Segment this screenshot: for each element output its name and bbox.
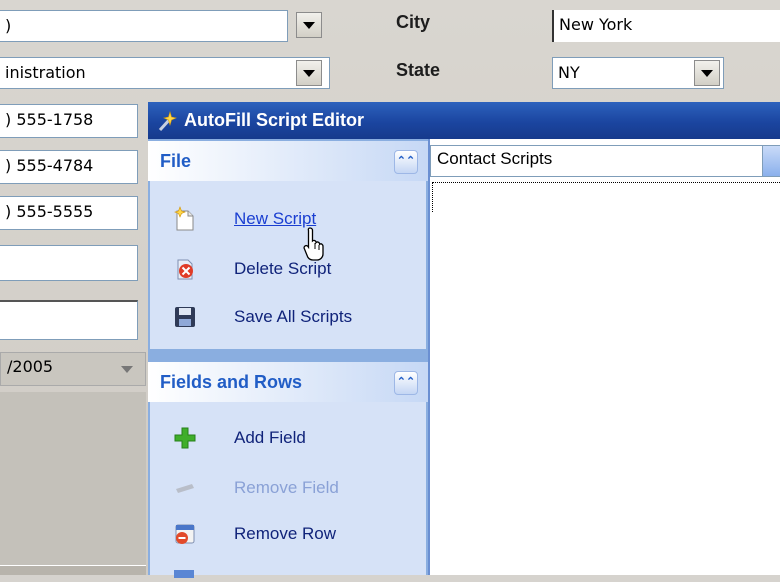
phone-field-3[interactable]: ) 555-5555 bbox=[0, 196, 138, 230]
top-field-value: ) bbox=[5, 16, 12, 35]
remove-field-icon bbox=[172, 475, 198, 501]
fields-group-header[interactable]: Fields and Rows ⌃⌃ bbox=[148, 362, 428, 402]
wand-icon bbox=[156, 110, 178, 132]
empty-field-2[interactable] bbox=[0, 300, 138, 340]
empty-field-1[interactable] bbox=[0, 245, 138, 281]
collapse-chevron-icon[interactable]: ⌃⌃ bbox=[394, 371, 418, 395]
collapse-chevron-icon[interactable]: ⌃⌃ bbox=[394, 150, 418, 174]
remove-row-label: Remove Row bbox=[234, 524, 337, 543]
focus-outline bbox=[432, 182, 780, 183]
add-field-item[interactable]: Add Field bbox=[150, 420, 306, 456]
state-label: State bbox=[396, 60, 441, 80]
add-field-label: Add Field bbox=[234, 428, 306, 447]
phone-value-2: ) 555-4784 bbox=[5, 156, 94, 175]
city-field[interactable]: New York bbox=[552, 10, 780, 42]
city-label: City bbox=[396, 12, 431, 32]
state-value: NY bbox=[558, 63, 580, 82]
file-group-title: File bbox=[160, 150, 192, 171]
file-group-body: New Script Delete Script Save All Script… bbox=[150, 181, 426, 349]
phone-value-1: ) 555-1758 bbox=[5, 110, 94, 129]
fields-group-title: Fields and Rows bbox=[160, 371, 303, 392]
focus-outline-left bbox=[432, 182, 433, 212]
state-dropdown-button[interactable] bbox=[694, 60, 720, 86]
save-all-scripts-item[interactable]: Save All Scripts bbox=[150, 299, 352, 335]
delete-script-icon bbox=[172, 256, 198, 282]
scripts-combo[interactable]: Contact Scripts bbox=[430, 145, 780, 177]
remove-row-item[interactable]: Remove Row bbox=[150, 516, 336, 552]
remove-field-item[interactable]: Remove Field bbox=[150, 470, 339, 506]
gray-panel bbox=[0, 392, 146, 567]
date-value: /2005 bbox=[7, 357, 54, 376]
new-script-icon bbox=[172, 206, 198, 232]
scripts-combo-button[interactable] bbox=[762, 146, 780, 176]
save-all-scripts-label: Save All Scripts bbox=[234, 307, 353, 326]
chevron-down-icon bbox=[121, 365, 133, 373]
remove-row-icon bbox=[172, 521, 198, 547]
city-value: New York bbox=[559, 15, 633, 34]
editor-titlebar[interactable]: AutoFill Script Editor bbox=[148, 102, 780, 139]
chevron-down-icon bbox=[701, 69, 713, 77]
top-dropdown-button[interactable] bbox=[296, 12, 322, 38]
add-field-icon bbox=[172, 425, 198, 451]
save-icon bbox=[172, 304, 198, 330]
partial-item-icon bbox=[172, 564, 198, 578]
chevron-down-icon bbox=[303, 69, 315, 77]
fields-group-body: Add Field Remove Field Remove Row bbox=[150, 402, 426, 578]
top-field[interactable]: ) bbox=[0, 10, 288, 42]
phone-field-1[interactable]: ) 555-1758 bbox=[0, 104, 138, 138]
phone-field-2[interactable]: ) 555-4784 bbox=[0, 150, 138, 184]
new-script-item[interactable]: New Script bbox=[150, 201, 316, 237]
date-dropdown-button[interactable] bbox=[114, 356, 140, 382]
scripts-combo-value: Contact Scripts bbox=[437, 149, 553, 168]
remove-field-label: Remove Field bbox=[234, 478, 339, 497]
department-dropdown-button[interactable] bbox=[296, 60, 322, 86]
chevron-down-icon bbox=[303, 21, 315, 29]
editor-title: AutoFill Script Editor bbox=[184, 110, 364, 130]
department-field[interactable]: inistration bbox=[0, 57, 330, 89]
department-value: inistration bbox=[5, 63, 86, 82]
file-group-header[interactable]: File ⌃⌃ bbox=[148, 141, 428, 181]
scripts-pane bbox=[428, 139, 780, 575]
bottom-bar bbox=[0, 565, 146, 575]
hand-cursor-icon bbox=[302, 226, 332, 262]
phone-value-3: ) 555-5555 bbox=[5, 202, 94, 221]
